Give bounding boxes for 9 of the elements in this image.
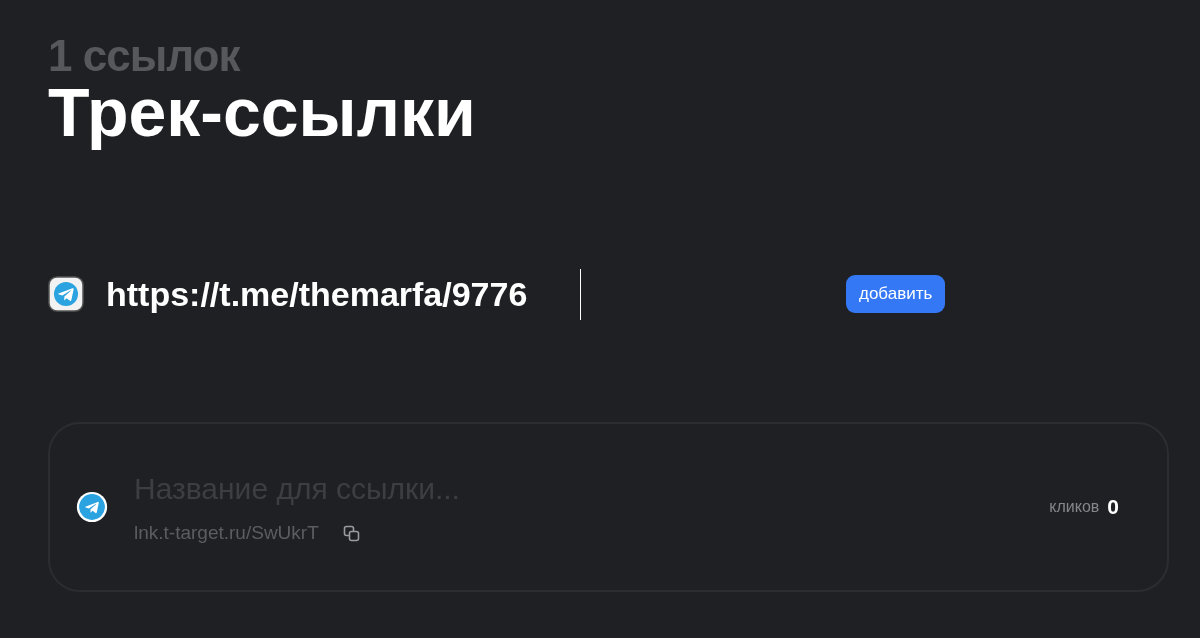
clicks-label: кликов [1049,497,1100,517]
clicks-count: 0 [1107,494,1119,521]
telegram-icon [48,276,84,312]
link-count: 1 ссылок [48,34,242,78]
telegram-icon [76,491,108,523]
copy-icon[interactable] [342,525,360,542]
add-button[interactable]: добавить [846,275,946,313]
url-input-field[interactable]: https://t.me/themarfa/9776 [106,268,581,320]
short-url: lnk.t-target.ru/SwUkrT [134,521,319,546]
